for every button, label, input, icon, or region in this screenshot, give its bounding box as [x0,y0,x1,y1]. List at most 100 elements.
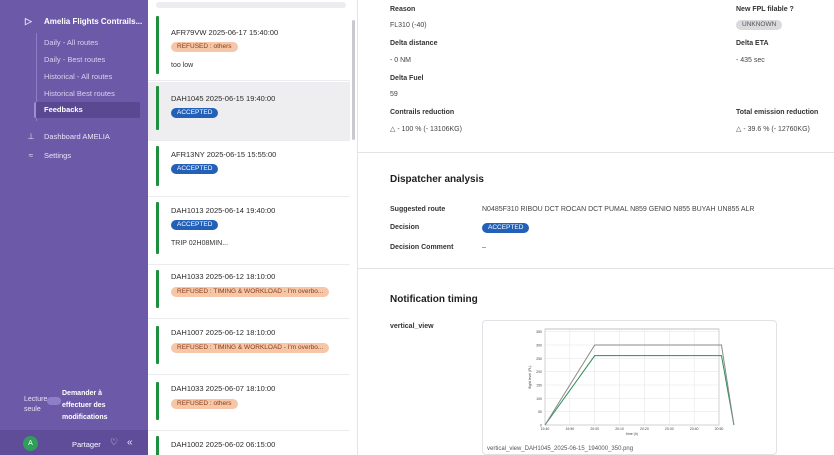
sidebar-item-historical-best[interactable]: Historical Best routes [44,89,115,98]
decision-badge: ACCEPTED [482,223,530,233]
status-indicator [156,16,159,74]
status-badge: REFUSED : others [171,399,238,409]
collapse-sidebar-icon[interactable]: « [127,437,133,448]
y-tick-label: 50 [538,410,542,414]
status-indicator [156,86,159,130]
sidebar-item-historical-all[interactable]: Historical - All routes [44,72,112,81]
read-only-toggle[interactable] [47,397,61,405]
feedback-card[interactable]: AFR79VW 2025-06-17 15:40:00 REFUSED : ot… [156,16,352,76]
sidebar-item-dashboard-label: Dashboard AMELIA [44,132,110,141]
suggested-route-value: N0485F310 RIBOU DCT ROCAN DCT PUMAL N859… [482,206,755,213]
app-root: ▷ Amelia Flights Contrails... Daily - Al… [0,0,834,455]
decision-comment-value: – [482,244,486,251]
x-tick-label: 20:50 [715,427,724,431]
vertical-view-label: vertical_view [390,323,434,330]
settings-icon: ≈ [28,151,34,160]
list-top-strip [156,2,346,8]
decision-label: Decision [390,224,420,231]
y-tick-label: 250 [536,357,542,361]
sidebar-item-settings-label: Settings [44,151,72,160]
card-title: AFR13NY 2025-06-15 15:55:00 [171,150,277,159]
y-tick-label: 300 [536,344,542,348]
image-caption: vertical_view_DAH1045_2025-06-15_194000_… [487,446,634,452]
feedback-card[interactable]: DAH1013 2025-06-14 19:40:00 ACCEPTED TRI… [156,202,352,260]
divider [148,430,350,431]
card-title: DAH1007 2025-06-12 18:10:00 [171,328,276,337]
notification-bell-icon[interactable]: ♡ [110,437,118,448]
feedback-card[interactable]: DAH1002 2025-06-02 06:15:00 [156,436,352,455]
delta-eta-label: Delta ETA [736,40,769,47]
feedback-card[interactable]: DAH1007 2025-06-12 18:10:00 REFUSED : TI… [156,326,352,370]
total-emission-label: Total emission reduction [736,109,819,116]
delta-fuel-value: 59 [390,91,398,98]
status-badge: ACCEPTED [171,164,219,174]
status-indicator [156,146,159,186]
sidebar-item-settings[interactable]: ≈ Settings [26,151,71,160]
contrails-reduction-value: - 100 % (- 13106KG) [397,126,462,133]
dispatcher-analysis-title: Dispatcher analysis [390,174,484,185]
contrails-reduction-label: Contrails reduction [390,109,455,116]
request-edit-button[interactable]: Demander à effectuer des modifications [62,388,132,424]
sidebar-header[interactable]: ▷ Amelia Flights Contrails... [25,16,142,26]
avatar[interactable]: A [23,436,38,451]
plane-icon: ▷ [25,16,32,26]
x-tick-label: 20:30 [665,427,674,431]
cloud-icon: △ [390,126,396,133]
status-badge: REFUSED : TIMING & WORKLOAD - I'm overbo… [171,343,330,353]
sidebar-item-feedbacks[interactable]: Feedbacks [34,102,140,118]
x-tick-label: 19:50 [565,427,574,431]
divider [148,318,350,319]
divider [148,196,350,197]
card-title: DAH1002 2025-06-02 06:15:00 [171,440,276,449]
section-divider [358,152,834,153]
plot-area [544,328,720,426]
delta-fuel-label: Delta Fuel [390,75,424,82]
x-axis-label: time (h) [626,432,638,436]
status-indicator [156,270,159,308]
vertical-view-image[interactable]: 0 50 100 150 200 250 300 350 19:40 19:50 20:00 20:1… [482,320,777,455]
contrails-reduction-row: △ - 100 % (- 13106KG) [390,125,462,133]
card-title: DAH1033 2025-06-07 18:10:00 [171,384,276,393]
status-indicator [156,326,159,364]
list-scrollbar[interactable] [352,20,355,140]
feedback-card[interactable]: DAH1033 2025-06-12 18:10:00 REFUSED : TI… [156,270,352,314]
fpl-filable-label: New FPL filable ? [736,6,794,13]
y-tick-label: 150 [536,384,542,388]
sidebar-item-daily-best[interactable]: Daily - Best routes [44,55,105,64]
sidebar-item-dashboard[interactable]: ⊥ Dashboard AMELIA [26,132,110,141]
card-title: DAH1013 2025-06-14 19:40:00 [171,206,276,215]
card-title: DAH1045 2025-06-15 19:40:00 [171,94,276,103]
feedback-card[interactable]: DAH1033 2025-06-07 18:10:00 REFUSED : ot… [156,382,352,426]
feedback-card-selected[interactable]: DAH1045 2025-06-15 19:40:00 ACCEPTED [156,86,352,136]
x-tick-label: 20:40 [690,427,699,431]
divider [148,80,350,81]
delta-distance-label: Delta distance [390,40,438,47]
share-button[interactable]: Partager [72,440,101,449]
feedback-list: AFR79VW 2025-06-17 15:40:00 REFUSED : ot… [148,0,358,455]
status-indicator [156,202,159,254]
feedback-detail: Reason FL310 (-40) New FPL filable ? UNK… [358,0,834,455]
status-badge: ACCEPTED [171,108,219,118]
x-tick-label: 20:10 [615,427,624,431]
y-tick-label: 100 [536,397,542,401]
y-axis-label: flight level (FL) [528,366,532,389]
card-note: TRIP 02H08MIN... [171,240,229,247]
fpl-status-badge: UNKNOWN [736,20,783,30]
status-indicator [156,382,159,420]
divider [148,140,350,141]
x-tick-label: 20:00 [590,427,599,431]
x-tick-label: 19:40 [541,427,550,431]
status-badge: ACCEPTED [171,220,219,230]
card-title: DAH1033 2025-06-12 18:10:00 [171,272,276,281]
delta-eta-value: - 435 sec [736,57,765,64]
vertical-profile-chart: 05010015020025030035019:40 19:50 20:00 20:1… [528,328,735,436]
status-indicator [156,436,159,455]
card-title: AFR79VW 2025-06-17 15:40:00 [171,28,279,37]
sidebar-header-label: Amelia Flights Contrails... [44,16,143,26]
section-divider [358,268,834,269]
y-tick-label: 350 [536,330,542,334]
sidebar-item-daily-all[interactable]: Daily - All routes [44,38,98,47]
divider [148,374,350,375]
feedback-card[interactable]: AFR13NY 2025-06-15 15:55:00 ACCEPTED [156,146,352,192]
reason-label: Reason [390,6,416,13]
